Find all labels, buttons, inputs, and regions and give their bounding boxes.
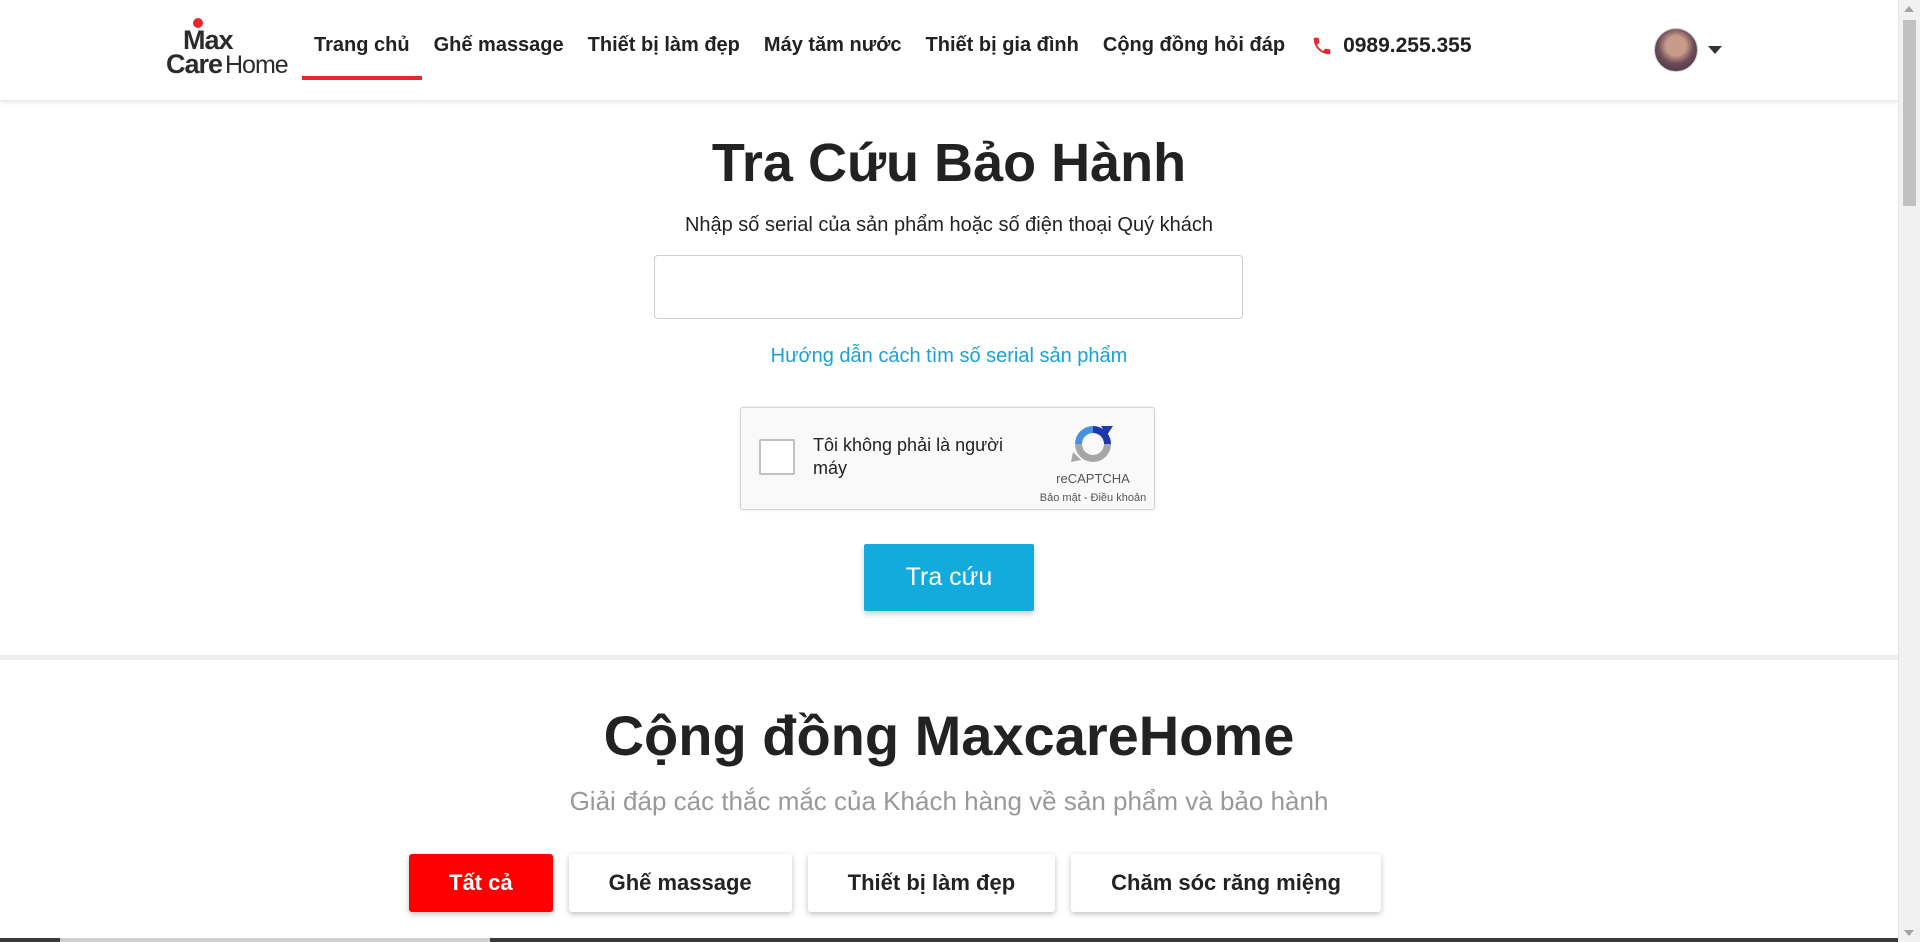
avatar[interactable] <box>1654 28 1698 72</box>
recaptcha-privacy-terms-links[interactable]: Bảo mật - Điều khoản <box>1031 492 1155 504</box>
serial-help-link[interactable]: Hướng dẫn cách tìm số serial sản phẩm <box>0 345 1898 368</box>
serial-phone-input[interactable] <box>654 255 1243 319</box>
nav-item-may-tam-nuoc[interactable]: Máy tăm nước <box>752 0 914 100</box>
recaptcha-widget: Tôi không phải là người máy reCAPTCHA Bả… <box>740 407 1155 510</box>
scrollbar-thumb[interactable] <box>1903 20 1916 206</box>
filter-tab-thiet-bi-lam-dep[interactable]: Thiết bị làm đẹp <box>807 854 1056 912</box>
filter-tab-all[interactable]: Tất cả <box>409 854 553 912</box>
nav-item-cong-dong-hoi-dap[interactable]: Cộng đồng hỏi đáp <box>1091 0 1297 100</box>
warranty-title: Tra Cứu Bảo Hành <box>711 133 1187 193</box>
community-subtitle: Giải đáp các thắc mắc của Khách hàng về … <box>569 786 1329 816</box>
recaptcha-brand: reCAPTCHA <box>1056 471 1130 486</box>
logo-text-home: Home <box>225 51 289 79</box>
nav-item-ghe-massage[interactable]: Ghế massage <box>422 0 576 100</box>
nav-item-trang-chu[interactable]: Trang chủ <box>302 0 422 100</box>
scroll-down-icon[interactable] <box>1904 930 1914 936</box>
user-menu[interactable] <box>1654 28 1722 72</box>
recaptcha-logo-icon <box>1071 422 1115 466</box>
nav-item-thiet-bi-gia-dinh[interactable]: Thiết bị gia đình <box>914 0 1091 100</box>
recaptcha-label: Tôi không phải là người máy <box>813 435 1003 478</box>
phone-icon <box>1311 35 1333 57</box>
hotline-link[interactable]: 0989.255.355 <box>1297 0 1472 58</box>
community-title: Cộng đồng MaxcareHome <box>603 704 1295 767</box>
filter-tab-ghe-massage[interactable]: Ghế massage <box>568 854 792 912</box>
community-filter-tabs: Tất cả Ghế massage Thiết bị làm đẹp Chăm… <box>409 854 1381 912</box>
vertical-scrollbar[interactable] <box>1898 0 1920 942</box>
maxcarehome-logo[interactable]: Max Care Home <box>166 18 289 79</box>
site-header: Max Care Home Trang chủ Ghế massage Thiế… <box>0 0 1898 100</box>
main-nav: Trang chủ Ghế massage Thiết bị làm đẹp M… <box>302 0 1472 100</box>
community-section: Cộng đồng MaxcareHome Giải đáp các thắc … <box>0 660 1898 942</box>
caret-down-icon[interactable] <box>1708 46 1722 54</box>
filter-tab-cham-soc-rang-mieng[interactable]: Chăm sóc răng miệng <box>1071 854 1381 912</box>
warranty-lookup-section: Tra Cứu Bảo Hành Nhập số serial của sản … <box>0 100 1898 660</box>
page-viewport: Max Care Home Trang chủ Ghế massage Thiế… <box>0 0 1898 942</box>
warranty-subtitle: Nhập số serial của sản phẩm hoặc số điện… <box>684 214 1214 236</box>
scroll-up-icon[interactable] <box>1904 6 1914 12</box>
bottom-edge-strip <box>0 938 1898 942</box>
bottom-edge-segment <box>60 938 490 942</box>
lookup-button[interactable]: Tra cứu <box>864 544 1034 611</box>
recaptcha-checkbox[interactable] <box>759 439 795 475</box>
hotline-number: 0989.255.355 <box>1343 34 1472 57</box>
nav-item-thiet-bi-lam-dep[interactable]: Thiết bị làm đẹp <box>576 0 752 100</box>
logo-text-care: Care <box>166 49 223 79</box>
